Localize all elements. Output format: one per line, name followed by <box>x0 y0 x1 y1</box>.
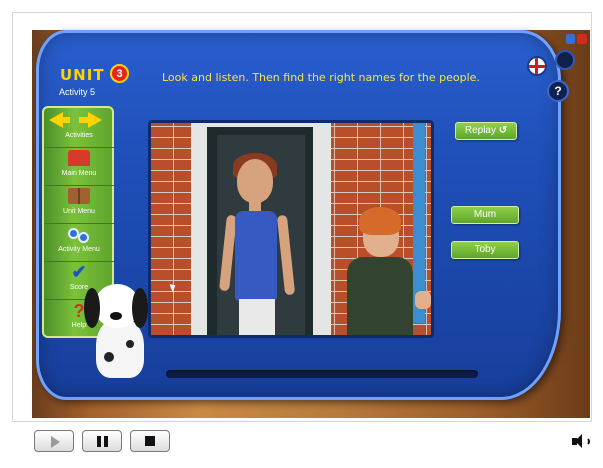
woman-head <box>237 159 273 203</box>
speaker-icon <box>575 434 582 448</box>
sidebar-item-unit-menu[interactable]: Unit Menu <box>44 184 114 224</box>
stop-icon <box>145 436 155 446</box>
window-icons <box>566 34 590 46</box>
replay-button[interactable]: Replay ↺ <box>455 122 517 140</box>
volume-button[interactable] <box>572 434 592 450</box>
activity-subtitle: Activity 5 <box>59 87 96 97</box>
unit-number-badge: 3 <box>110 64 129 83</box>
boy-hair <box>359 207 401 235</box>
record-button[interactable] <box>555 50 575 70</box>
minimize-icon[interactable] <box>566 34 575 44</box>
house-icon <box>68 150 90 166</box>
gears-icon <box>68 226 90 243</box>
help-question-icon[interactable]: ? <box>547 80 569 102</box>
name-label-mum[interactable]: Mum <box>451 206 519 224</box>
woman-figure <box>235 211 277 301</box>
pause-button[interactable] <box>82 430 122 452</box>
arrow-right-icon <box>88 112 102 128</box>
close-icon[interactable] <box>577 34 587 44</box>
book-icon <box>68 188 90 204</box>
sidebar-item-activity-menu[interactable]: Activity Menu <box>44 222 114 262</box>
unit-title: UNIT <box>60 66 105 84</box>
replay-icon: ↺ <box>498 125 508 136</box>
stop-button[interactable] <box>130 430 170 452</box>
sidebar-item-main-menu[interactable]: Main Menu <box>44 146 114 186</box>
pause-icon <box>97 436 101 447</box>
video-scene[interactable] <box>148 120 434 338</box>
instruction-text: Look and listen. Then find the right nam… <box>162 71 480 84</box>
language-flag-icon[interactable] <box>527 56 547 76</box>
boy-figure <box>347 257 413 335</box>
video-progress-bar[interactable] <box>166 370 478 378</box>
play-button[interactable] <box>34 430 74 452</box>
sidebar-item-label: Activity Menu <box>58 246 100 253</box>
name-label-toby[interactable]: Toby <box>451 241 519 259</box>
sidebar-item-label: Unit Menu <box>63 208 95 215</box>
sidebar-item-label: Activities <box>65 132 93 139</box>
sidebar-item-activities[interactable]: Activities <box>44 108 114 148</box>
check-icon: ✔ <box>71 262 87 282</box>
play-icon <box>51 436 60 448</box>
sidebar-item-label: Main Menu <box>61 170 97 177</box>
replay-label: Replay <box>464 125 496 136</box>
